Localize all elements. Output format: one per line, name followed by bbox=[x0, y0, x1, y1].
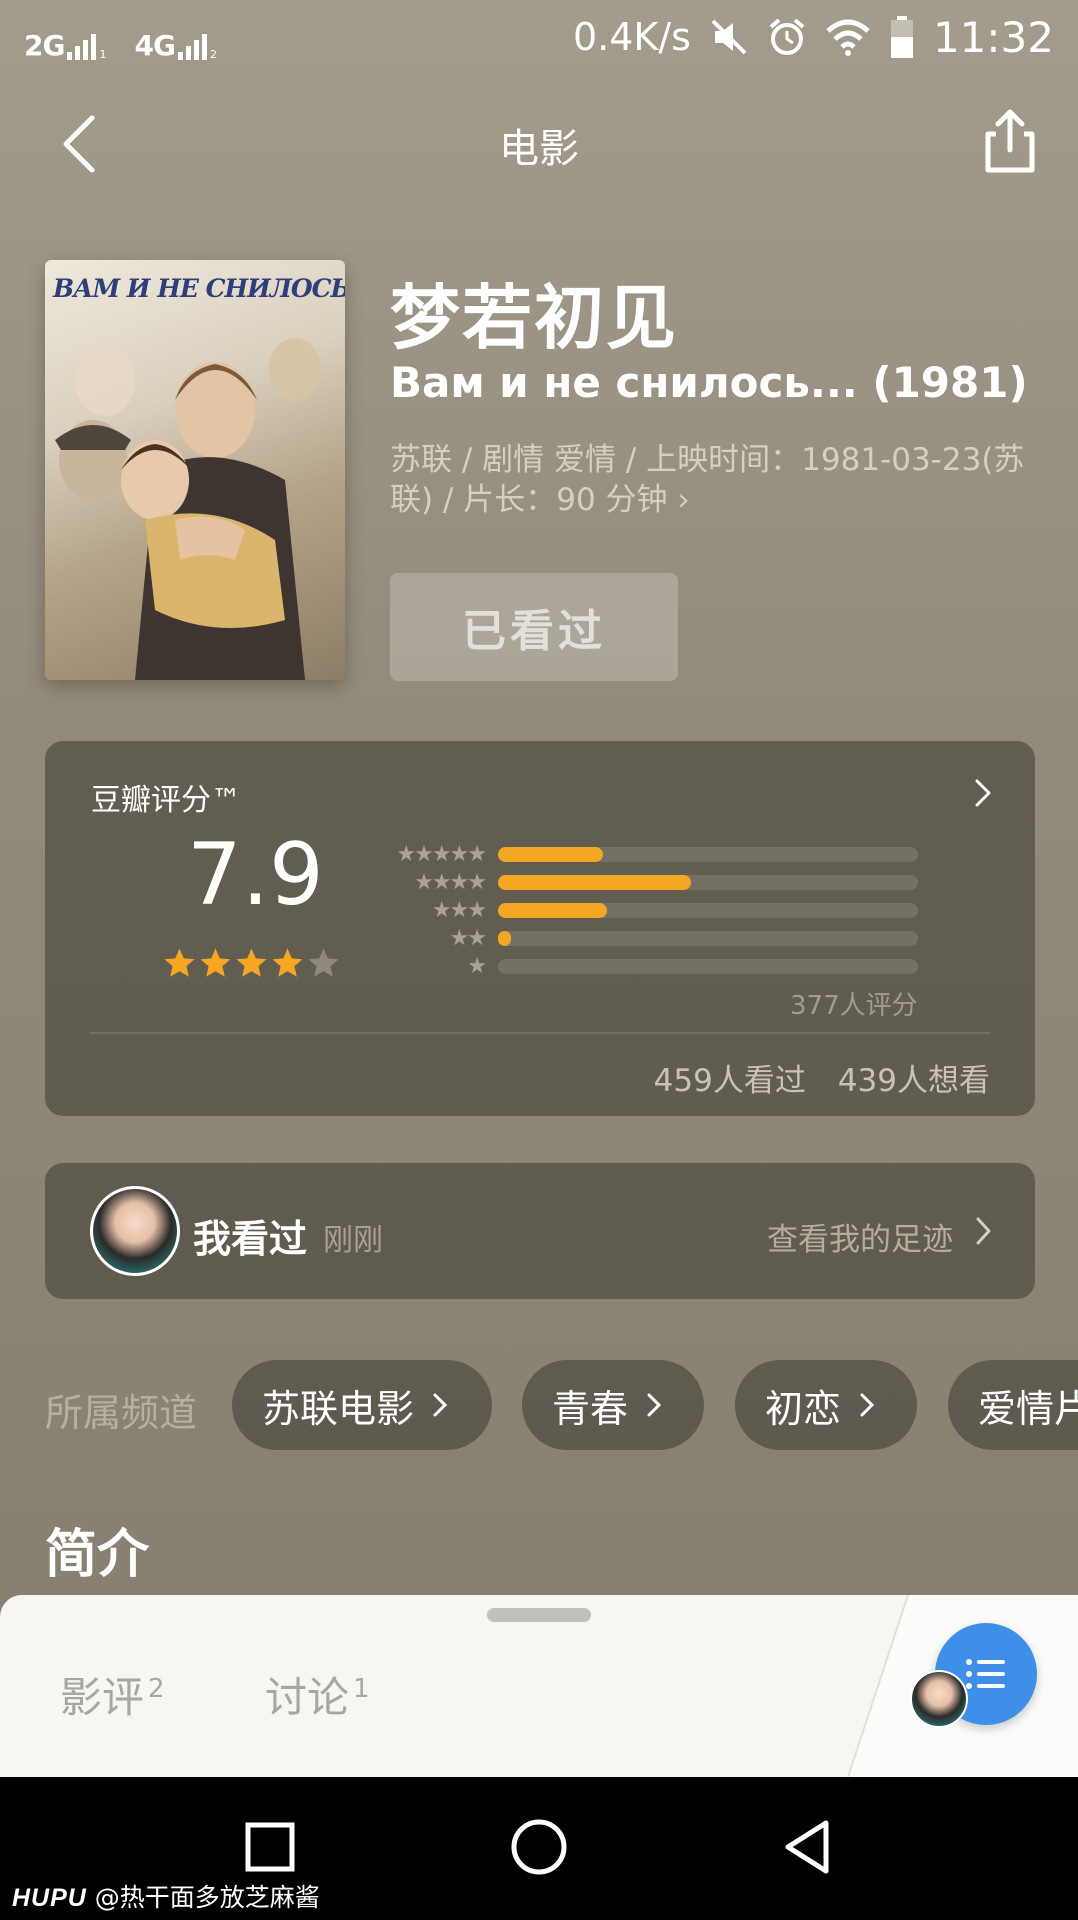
rating-bar-track bbox=[498, 930, 918, 946]
rating-bar-fill bbox=[498, 846, 603, 862]
chevron-right-icon bbox=[433, 1393, 448, 1417]
channel-chip-label: 初恋 bbox=[765, 1386, 842, 1431]
star-filled-icon bbox=[235, 947, 268, 984]
network-type-label: 4G bbox=[134, 29, 175, 62]
chevron-right-icon bbox=[860, 1393, 875, 1417]
watched-button[interactable]: 已看过 bbox=[390, 573, 678, 681]
rating-bar-track bbox=[498, 902, 918, 918]
rating-score: 7.9 bbox=[187, 825, 324, 925]
rating-distribution: ★★★★★ ★★★★ ★★★ ★★ ★ bbox=[375, 840, 918, 980]
rating-row-stars: ★ bbox=[467, 953, 487, 979]
home-icon[interactable] bbox=[509, 1817, 569, 1877]
rating-row-stars: ★★★★★ bbox=[396, 841, 487, 867]
list-icon bbox=[966, 1659, 1005, 1689]
tab-label: 讨论 bbox=[265, 1673, 350, 1722]
signal-bars-icon bbox=[67, 30, 97, 60]
chevron-right-icon[interactable] bbox=[971, 773, 995, 813]
channel-chip[interactable]: 苏联电影 bbox=[232, 1360, 492, 1450]
chevron-right-icon bbox=[647, 1393, 662, 1417]
movie-original-title: Вам и не снилось... (1981) bbox=[390, 358, 1028, 407]
channel-chip-label: 爱情片 bbox=[978, 1386, 1078, 1431]
avatar bbox=[90, 1186, 180, 1276]
watched-count: 459人看过 bbox=[653, 1063, 806, 1099]
intro-heading: 简介 bbox=[45, 1525, 150, 1585]
rating-row: ★★★ bbox=[375, 896, 918, 924]
channel-chip[interactable]: 青春 bbox=[522, 1360, 704, 1450]
rating-bar-fill bbox=[498, 874, 692, 890]
rating-count: 377人评分 bbox=[790, 991, 918, 1021]
watermark-brand: HUPU bbox=[12, 1884, 87, 1912]
battery-icon bbox=[890, 16, 913, 58]
signal-4g: 4G 2 bbox=[134, 29, 217, 62]
network-type-label: 2G bbox=[24, 29, 65, 62]
sim-slot-label: 1 bbox=[99, 48, 107, 61]
rating-label: 豆瓣评分™ bbox=[91, 783, 241, 818]
star-filled-icon bbox=[199, 947, 232, 984]
tab-count: 2 bbox=[148, 1674, 165, 1704]
rating-bar-track bbox=[498, 958, 918, 974]
signal-2g: 2G 1 bbox=[24, 30, 106, 60]
star-filled-icon bbox=[163, 947, 196, 984]
rating-bar-fill bbox=[498, 930, 511, 946]
my-record-card[interactable]: 我看过 刚刚 查看我的足迹 bbox=[45, 1163, 1035, 1299]
movie-title: 梦若初见 bbox=[390, 277, 678, 359]
rating-row-stars: ★★ bbox=[449, 925, 487, 951]
chevron-right-icon[interactable] bbox=[973, 1213, 995, 1249]
wifi-icon bbox=[826, 19, 870, 56]
tab-reviews[interactable]: 影评 2 bbox=[60, 1664, 165, 1725]
rating-stats: 459人看过 439人想看 bbox=[654, 1055, 990, 1100]
rating-row-stars: ★★★★ bbox=[414, 869, 487, 895]
rating-row: ★ bbox=[375, 952, 918, 980]
share-icon[interactable] bbox=[980, 106, 1040, 176]
channel-chip-label: 青春 bbox=[552, 1386, 629, 1431]
channel-chip[interactable]: 初恋 bbox=[735, 1360, 917, 1450]
divider bbox=[90, 1032, 990, 1034]
rating-bar-track bbox=[498, 846, 918, 862]
avatar bbox=[910, 1670, 968, 1728]
my-record-label: 我看过 bbox=[193, 1217, 308, 1261]
my-footprint-link[interactable]: 查看我的足迹 bbox=[767, 1214, 953, 1259]
star-filled-icon bbox=[271, 947, 304, 984]
drag-handle[interactable] bbox=[487, 1608, 591, 1622]
rating-bar-fill bbox=[498, 902, 608, 918]
back-triangle-icon[interactable] bbox=[778, 1817, 838, 1877]
recent-apps-icon[interactable] bbox=[240, 1817, 300, 1877]
movie-meta-link[interactable]: 苏联 / 剧情 爱情 / 上映时间：1981-03-23(苏联) / 片长：90… bbox=[390, 440, 1040, 520]
tab-label: 影评 bbox=[60, 1673, 145, 1722]
rating-row: ★★★★ bbox=[375, 868, 918, 896]
wish-count: 439人想看 bbox=[837, 1063, 990, 1099]
rating-stars bbox=[163, 947, 340, 984]
network-speed: 0.4K/s bbox=[573, 15, 691, 59]
rating-card[interactable]: 豆瓣评分™ 7.9 ★★★★★ ★★★★ ★★★ ★★ ★ 377人评分 459人看过 … bbox=[45, 741, 1035, 1116]
tab-count: 1 bbox=[353, 1674, 370, 1704]
channel-chip-label: 苏联电影 bbox=[262, 1386, 415, 1431]
rating-row-stars: ★★★ bbox=[431, 897, 487, 923]
mute-icon bbox=[711, 19, 747, 55]
poster-artwork bbox=[55, 338, 321, 680]
watermark: HUPU @热干面多放芝麻酱 bbox=[12, 1878, 320, 1914]
channel-chip[interactable]: 爱情片 bbox=[948, 1360, 1078, 1450]
tab-discussions[interactable]: 讨论 1 bbox=[265, 1664, 370, 1725]
rating-bar-track bbox=[498, 874, 918, 890]
channels-label: 所属频道 bbox=[45, 1391, 198, 1435]
signal-bars-icon bbox=[177, 30, 207, 60]
star-empty-icon bbox=[307, 947, 340, 984]
my-record-time: 刚刚 bbox=[323, 1223, 383, 1258]
sim-slot-label: 2 bbox=[209, 48, 217, 61]
page-title: 电影 bbox=[499, 126, 579, 172]
watermark-text: @热干面多放芝麻酱 bbox=[94, 1883, 320, 1912]
rating-row: ★★ bbox=[375, 924, 918, 952]
status-bar: 2G 1 4G 2 0.4K/s 11:32 bbox=[0, 0, 1078, 76]
movie-poster[interactable]: ВАМ И НЕ СНИЛОСЬ... bbox=[45, 260, 345, 680]
alarm-icon bbox=[769, 18, 805, 55]
clock: 11:32 bbox=[932, 12, 1054, 62]
rating-row: ★★★★★ bbox=[375, 840, 918, 868]
